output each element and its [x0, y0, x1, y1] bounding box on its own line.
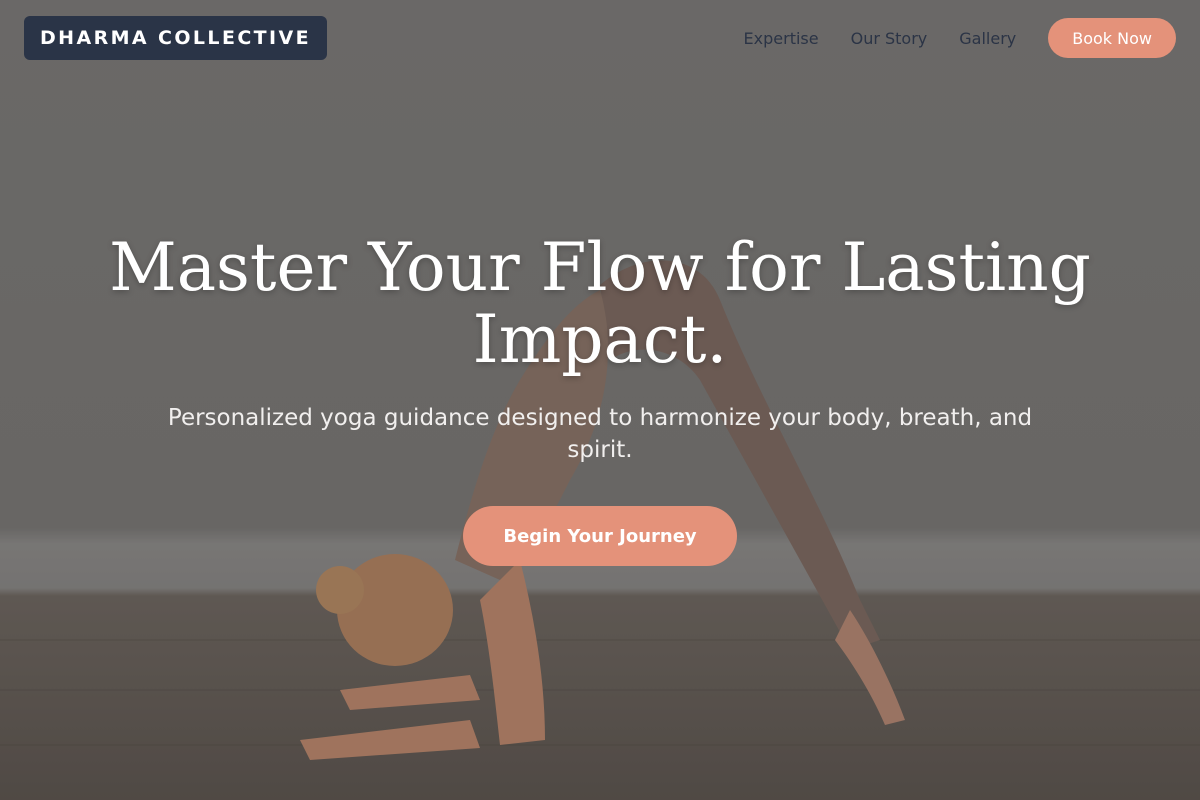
nav-item-expertise[interactable]: Expertise [744, 29, 819, 48]
nav-item-our-story[interactable]: Our Story [851, 29, 928, 48]
brand-name: DHARMA COLLECTIVE [40, 27, 311, 49]
nav-item-gallery[interactable]: Gallery [959, 29, 1016, 48]
begin-journey-label: Begin Your Journey [503, 525, 697, 547]
brand-logo[interactable]: DHARMA COLLECTIVE [24, 16, 327, 60]
hero-subheadline: Personalized yoga guidance designed to h… [167, 405, 1033, 463]
begin-journey-button[interactable]: Begin Your Journey [463, 506, 737, 566]
hero-headline: Master Your Flow for Lasting Impact. [109, 229, 1091, 378]
hero-overlay [0, 0, 1200, 800]
hero-section [0, 0, 1200, 800]
book-now-button[interactable]: Book Now [1048, 18, 1176, 58]
main-nav: Expertise Our Story Gallery Book Now [712, 18, 1176, 58]
